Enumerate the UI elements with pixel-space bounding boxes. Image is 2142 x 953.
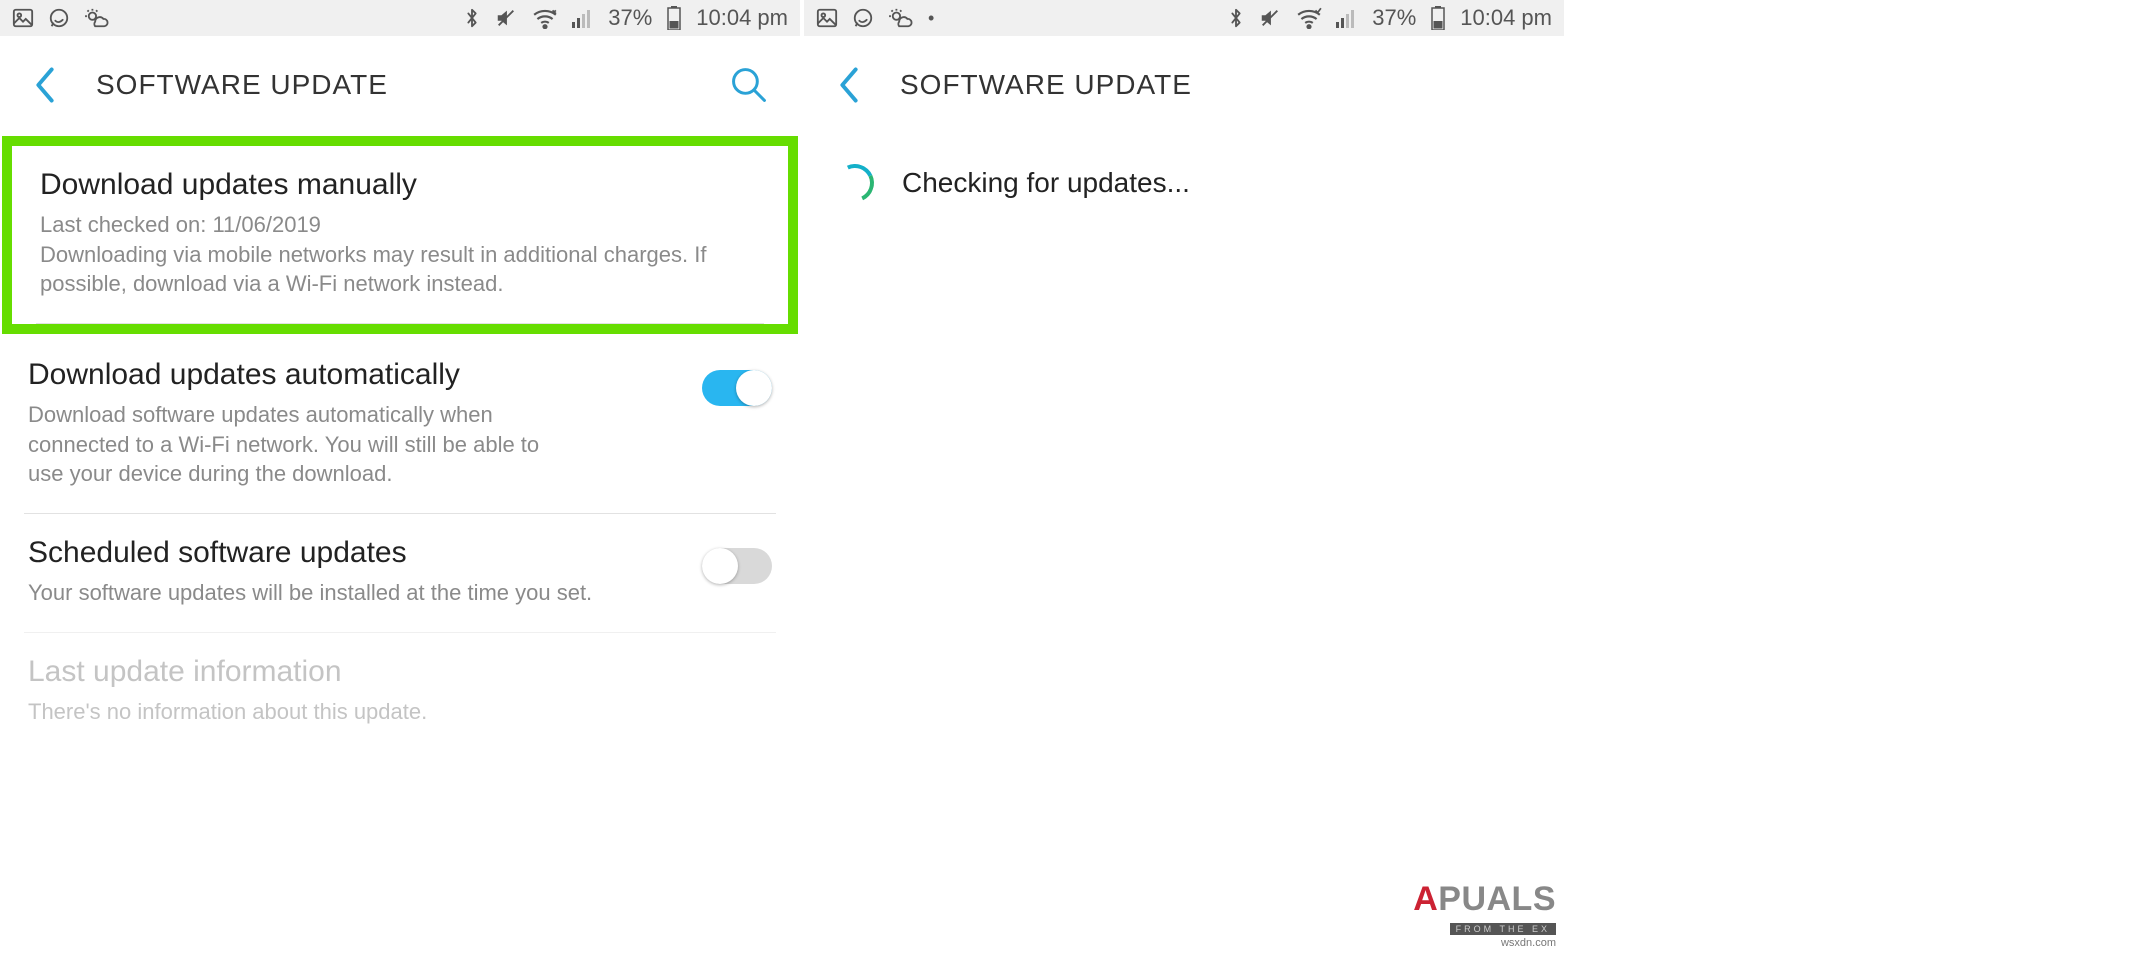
- dot-icon: •: [928, 8, 934, 29]
- setting-title: Download updates automatically: [28, 358, 682, 392]
- toggle-knob: [736, 370, 772, 406]
- gallery-icon: [12, 7, 34, 29]
- clock-text: 10:04 pm: [696, 5, 788, 31]
- whatsapp-icon: [852, 7, 874, 29]
- setting-title: Last update information: [28, 655, 772, 689]
- setting-download-manual[interactable]: Download updates manually Last checked o…: [12, 146, 788, 323]
- status-left-icons: •: [816, 7, 934, 29]
- app-header: SOFTWARE UPDATE: [0, 36, 800, 134]
- battery-icon: [666, 6, 682, 30]
- blank-fill: [1564, 0, 2142, 953]
- warning-text: Downloading via mobile networks may resu…: [40, 242, 706, 297]
- gallery-icon: [816, 7, 838, 29]
- watermark-brand: APUALS: [1413, 880, 1556, 919]
- setting-textcol: Scheduled software updates Your software…: [28, 536, 682, 608]
- battery-percent-text: 37%: [1372, 5, 1416, 31]
- bluetooth-icon: [464, 7, 480, 29]
- setting-title: Download updates manually: [40, 168, 760, 202]
- last-checked-text: Last checked on: 11/06/2019: [40, 212, 321, 237]
- mute-icon: [494, 7, 518, 29]
- whatsapp-icon: [48, 7, 70, 29]
- toggle-scheduled-updates[interactable]: [702, 548, 772, 584]
- status-right-icons: 37% 10:04 pm: [1228, 5, 1552, 31]
- clock-text: 10:04 pm: [1460, 5, 1552, 31]
- divider: [36, 323, 764, 324]
- watermark-letter: A: [1413, 880, 1438, 918]
- app-header: SOFTWARE UPDATE: [804, 36, 1564, 134]
- setting-last-update-info[interactable]: Last update information There's no infor…: [0, 633, 800, 727]
- page-title: SOFTWARE UPDATE: [96, 69, 692, 101]
- setting-download-auto[interactable]: Download updates automatically Download …: [0, 336, 800, 513]
- battery-icon: [1430, 6, 1446, 30]
- watermark-site: wsxdn.com: [1413, 937, 1556, 949]
- setting-title: Scheduled software updates: [28, 536, 682, 570]
- signal-icon: [1336, 8, 1358, 28]
- back-button[interactable]: [828, 61, 870, 109]
- setting-scheduled-updates[interactable]: Scheduled software updates Your software…: [0, 514, 800, 632]
- watermark: APUALS FROM THE EX wsxdn.com: [1413, 880, 1556, 949]
- mute-icon: [1258, 7, 1282, 29]
- setting-textcol: Download updates automatically Download …: [28, 358, 682, 489]
- screenshot-left: 37% 10:04 pm SOFTWARE UPDATE Download up…: [0, 0, 800, 953]
- weather-icon: [84, 7, 110, 29]
- status-bar: 37% 10:04 pm: [0, 0, 800, 36]
- setting-subtext: Your software updates will be installed …: [28, 578, 682, 608]
- bluetooth-icon: [1228, 7, 1244, 29]
- toggle-download-auto[interactable]: [702, 370, 772, 406]
- setting-subtext: Last checked on: 11/06/2019 Downloading …: [40, 210, 760, 299]
- search-button[interactable]: [722, 58, 776, 112]
- status-bar: • 37% 10:04 pm: [804, 0, 1564, 36]
- checking-text: Checking for updates...: [902, 167, 1190, 199]
- watermark-strip: FROM THE EX: [1450, 923, 1556, 935]
- wifi-icon: [532, 7, 558, 29]
- toggle-knob: [702, 548, 738, 584]
- divider: [24, 632, 776, 633]
- setting-subtext: There's no information about this update…: [28, 697, 772, 727]
- screenshot-right: • 37% 10:04 pm SOFTWARE UPDATE Checking …: [804, 0, 1564, 953]
- status-left-icons: [12, 7, 110, 29]
- highlight-download-manual: Download updates manually Last checked o…: [2, 136, 798, 334]
- signal-icon: [572, 8, 594, 28]
- spinner-icon: [836, 164, 874, 202]
- wifi-icon: [1296, 7, 1322, 29]
- page-title: SOFTWARE UPDATE: [900, 69, 1540, 101]
- back-button[interactable]: [24, 61, 66, 109]
- settings-list: Download updates manually Last checked o…: [0, 134, 800, 953]
- checking-row: Checking for updates...: [804, 134, 1564, 232]
- watermark-rest: PUALS: [1438, 880, 1556, 918]
- setting-subtext: Download software updates automatically …: [28, 400, 548, 489]
- weather-icon: [888, 7, 914, 29]
- status-right-icons: 37% 10:04 pm: [464, 5, 788, 31]
- battery-percent-text: 37%: [608, 5, 652, 31]
